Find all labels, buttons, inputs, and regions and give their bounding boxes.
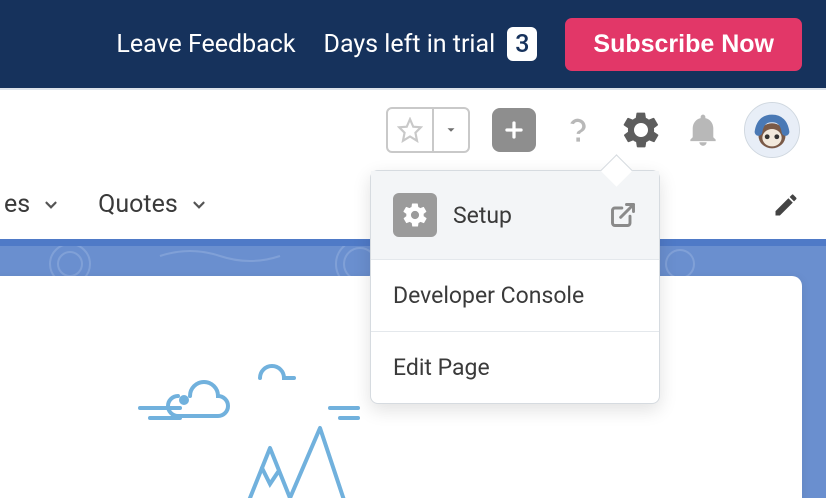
trial-days-count: 3 (507, 27, 537, 61)
popout-icon (609, 201, 637, 229)
global-add-button[interactable] (492, 108, 536, 152)
pencil-icon (772, 191, 800, 219)
user-avatar[interactable] (744, 102, 800, 158)
edit-pencil-button[interactable] (772, 191, 800, 219)
bell-icon (684, 111, 722, 149)
global-utility-bar (0, 90, 826, 170)
notifications-button[interactable] (684, 111, 722, 149)
setup-menu-icon-box (393, 193, 437, 237)
subscribe-now-button[interactable]: Subscribe Now (565, 18, 802, 71)
menu-item-developer-console[interactable]: Developer Console (371, 260, 659, 332)
favorites-combo[interactable] (386, 107, 470, 153)
nav-item-quotes[interactable]: Quotes (94, 190, 212, 219)
trial-days-label: Days left in trial (324, 30, 496, 59)
nav-item-truncated-label: es (4, 190, 30, 219)
menu-item-edit-page-label: Edit Page (393, 354, 490, 381)
favorite-star-button[interactable] (388, 109, 432, 151)
trial-days-wrap: Days left in trial 3 (324, 27, 538, 61)
chevron-down-icon (42, 196, 60, 214)
setup-dropdown-menu: Setup Developer Console Edit Page (370, 170, 660, 404)
menu-item-setup[interactable]: Setup (371, 171, 659, 260)
chevron-down-icon (190, 196, 208, 214)
open-new-window-button[interactable] (609, 201, 637, 229)
gear-lightning-icon (401, 201, 429, 229)
leave-feedback-link[interactable]: Leave Feedback (116, 30, 295, 59)
help-button[interactable] (558, 110, 598, 150)
trial-banner: Leave Feedback Days left in trial 3 Subs… (0, 0, 826, 90)
nav-item-quotes-label: Quotes (98, 190, 178, 219)
nav-item-truncated[interactable]: es (0, 190, 64, 219)
favorites-dropdown-button[interactable] (432, 109, 468, 151)
gear-lightning-icon (620, 109, 662, 151)
menu-item-developer-console-label: Developer Console (393, 282, 584, 309)
plus-icon (501, 117, 527, 143)
cloud-mountain-illustration-icon (130, 348, 390, 498)
avatar-astro-icon (745, 102, 799, 158)
menu-item-setup-label: Setup (453, 202, 512, 229)
star-icon (397, 117, 423, 143)
setup-gear-button[interactable] (620, 109, 662, 151)
menu-item-edit-page[interactable]: Edit Page (371, 332, 659, 403)
question-icon (558, 110, 598, 150)
caret-down-icon (444, 123, 458, 137)
